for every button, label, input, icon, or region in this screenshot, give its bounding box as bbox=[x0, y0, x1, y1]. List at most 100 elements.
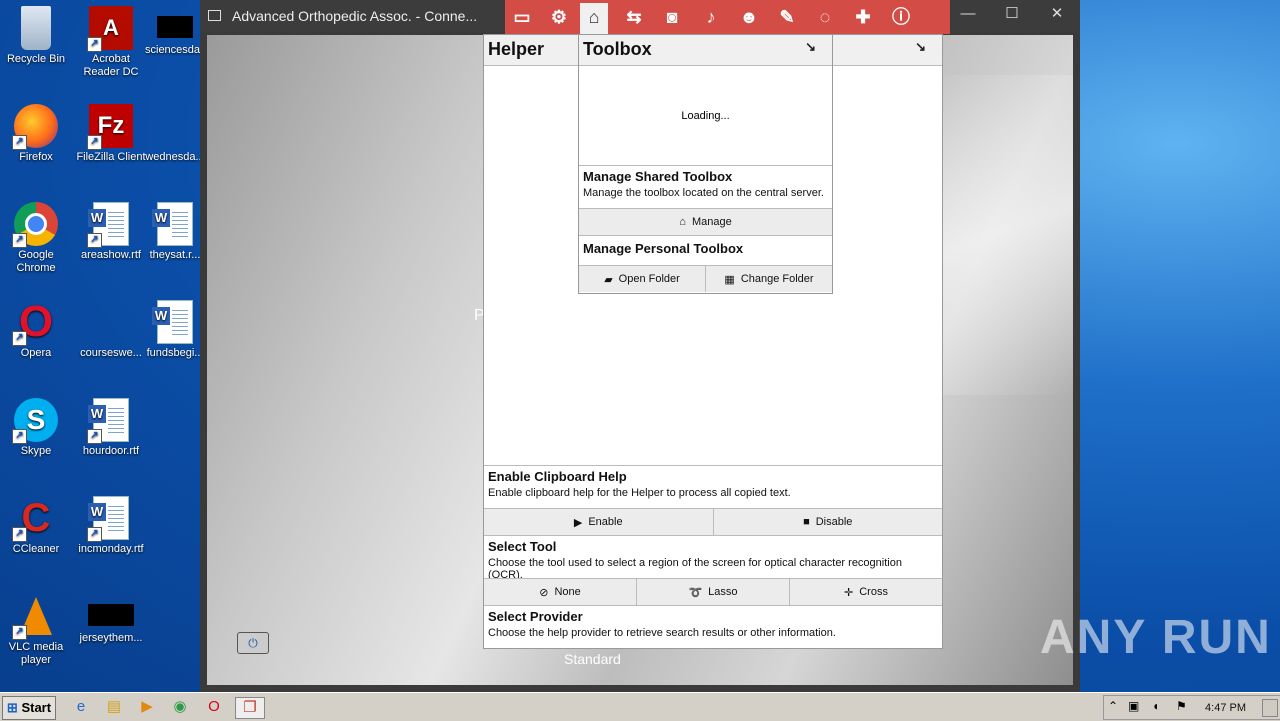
desktop-icon-firefox[interactable]: ↗ Firefox bbox=[0, 104, 72, 164]
file-icon bbox=[89, 300, 133, 344]
internet-explorer-icon[interactable]: e bbox=[70, 697, 92, 717]
flag-icon[interactable]: ⚑ bbox=[1176, 699, 1187, 713]
chrome-icon: ↗ bbox=[12, 202, 58, 248]
close-button[interactable]: ✕ bbox=[1045, 4, 1069, 24]
desktop-icon-wednesda[interactable]: wednesda... bbox=[145, 104, 205, 164]
personal-toolbox-section: Manage Personal Toolbox bbox=[579, 235, 832, 266]
file-icon bbox=[153, 104, 197, 148]
media-player-icon[interactable]: ▶ bbox=[136, 697, 158, 717]
helper-header-extension: ↘ bbox=[832, 35, 942, 66]
grid-icon: ▦ bbox=[724, 273, 735, 286]
change-folder-button[interactable]: ▦ Change Folder bbox=[706, 266, 832, 292]
remote-session-taskbar-icon[interactable]: ❐ bbox=[235, 697, 265, 719]
clipboard-buttons: ▶ Enable ■ Disable bbox=[484, 508, 942, 535]
vlc-icon: ↗ bbox=[12, 594, 58, 640]
desktop-icon-areashow[interactable]: W ↗ areashow.rtf bbox=[75, 202, 147, 262]
network-icon[interactable]: ▣ bbox=[1128, 699, 1139, 713]
play-icon: ▶ bbox=[573, 516, 583, 529]
desktop-icon-incmonday[interactable]: W ↗ incmonday.rtf bbox=[75, 496, 147, 556]
stop-icon: ■ bbox=[803, 516, 810, 528]
select-provider-title: Select Provider bbox=[488, 609, 583, 624]
remote-logo-text: Standard bbox=[564, 651, 621, 667]
crosshair-icon: ✛ bbox=[844, 586, 854, 599]
open-folder-button[interactable]: ▰ Open Folder bbox=[579, 266, 706, 292]
show-desktop-button[interactable] bbox=[1262, 699, 1278, 717]
start-button[interactable]: ⊞ Start bbox=[2, 696, 56, 720]
desktop-icon-skype[interactable]: S ↗ Skype bbox=[0, 398, 72, 458]
filezilla-icon: Fz ↗ bbox=[87, 104, 133, 150]
camera-icon[interactable]: ◙ bbox=[658, 3, 686, 31]
personal-toolbox-buttons: ▰ Open Folder ▦ Change Folder bbox=[579, 265, 832, 292]
desktop-icon-acrobat[interactable]: A ↗ Acrobat Reader DC bbox=[75, 6, 147, 79]
expand-arrow-icon[interactable]: ↘ bbox=[805, 39, 816, 55]
personal-toolbox-title: Manage Personal Toolbox bbox=[583, 241, 744, 256]
power-options-icon[interactable]: ⏻ bbox=[237, 632, 269, 654]
shared-toolbox-desc: Manage the toolbox located on the centra… bbox=[583, 187, 824, 199]
plus-icon[interactable]: ✚ bbox=[849, 3, 877, 31]
clipboard-title: Enable Clipboard Help bbox=[488, 469, 627, 484]
desktop-icon-ccleaner[interactable]: C ↗ CCleaner bbox=[0, 496, 72, 556]
shared-toolbox-buttons: ⌂ Manage bbox=[579, 208, 832, 235]
desktop-icon-filezilla[interactable]: Fz ↗ FileZilla Client bbox=[75, 104, 147, 164]
select-tool-title: Select Tool bbox=[488, 539, 557, 554]
ccleaner-icon: C ↗ bbox=[12, 496, 58, 542]
desktop-icon-hourdoor[interactable]: W ↗ hourdoor.rtf bbox=[75, 398, 147, 458]
desktop-icon-fundsbegi[interactable]: W fundsbegi... bbox=[145, 300, 205, 360]
word-document-icon: W ↗ bbox=[87, 496, 133, 542]
anyrun-watermark: ANY RUN bbox=[1040, 611, 1272, 664]
select-tool-buttons: ⊘ None ➰ Lasso ✛ Cross bbox=[484, 578, 942, 605]
volume-icon[interactable]: ◖ bbox=[1152, 699, 1159, 713]
file-explorer-icon[interactable]: ▤ bbox=[103, 697, 125, 717]
shared-toolbox-title: Manage Shared Toolbox bbox=[583, 169, 733, 184]
skype-icon: S ↗ bbox=[12, 398, 58, 444]
desktop-icon-opera[interactable]: O ↗ Opera bbox=[0, 297, 72, 360]
clipboard-desc: Enable clipboard help for the Helper to … bbox=[488, 487, 791, 499]
window-icon bbox=[208, 10, 221, 21]
info-icon[interactable]: ⓘ bbox=[887, 3, 915, 31]
desktop-icon-sciencesda[interactable]: sciencesda... bbox=[145, 6, 205, 57]
desktop-icon-jerseythem[interactable]: jerseythem... bbox=[75, 594, 147, 645]
word-document-icon: W ↗ bbox=[87, 398, 133, 444]
toolbox-title: Toolbox bbox=[583, 39, 652, 59]
select-provider-section: Select Provider Choose the help provider… bbox=[484, 605, 942, 648]
disable-button[interactable]: ■ Disable bbox=[713, 509, 942, 535]
desktop-icon-recycle-bin[interactable]: Recycle Bin bbox=[0, 6, 72, 66]
opera-icon: O ↗ bbox=[12, 297, 58, 346]
chat-icon[interactable]: ◌ bbox=[811, 3, 839, 31]
clock[interactable]: 4:47 PM bbox=[1205, 702, 1246, 714]
toolbox-header: Toolbox ↘ bbox=[579, 35, 832, 66]
system-tray: ⌃ ▣ ◖ ⚑ 4:47 PM bbox=[1103, 695, 1280, 720]
none-button[interactable]: ⊘ None bbox=[484, 579, 637, 605]
monitor-icon[interactable]: ▭ bbox=[508, 3, 536, 31]
desktop-icon-vlc[interactable]: ↗ VLC media player bbox=[0, 594, 72, 667]
select-tool-section: Select Tool Choose the tool used to sele… bbox=[484, 535, 942, 581]
acrobat-icon: A ↗ bbox=[87, 6, 133, 52]
microphone-icon[interactable]: ♪ bbox=[697, 3, 725, 31]
loading-text: Loading... bbox=[681, 109, 730, 122]
toolbox-icon[interactable]: ⌂ bbox=[580, 3, 608, 34]
desktop-icon-courseswe[interactable]: courseswe... bbox=[75, 300, 147, 360]
chrome-taskbar-icon[interactable]: ◉ bbox=[169, 697, 191, 717]
minimize-button[interactable]: — bbox=[956, 4, 980, 24]
word-document-icon: W bbox=[152, 300, 197, 344]
cross-button[interactable]: ✛ Cross bbox=[790, 579, 942, 605]
opera-taskbar-icon[interactable]: O bbox=[203, 697, 225, 717]
select-provider-desc: Choose the help provider to retrieve sea… bbox=[488, 627, 836, 639]
manage-button[interactable]: ⌂ Manage bbox=[579, 209, 832, 235]
word-document-icon: W bbox=[152, 202, 197, 246]
lasso-button[interactable]: ➰ Lasso bbox=[637, 579, 790, 605]
desktop-icon-chrome[interactable]: ↗ Google Chrome bbox=[0, 202, 72, 275]
gear-icon[interactable]: ⚙ bbox=[545, 3, 573, 31]
show-hidden-icons-icon[interactable]: ⌃ bbox=[1108, 699, 1118, 713]
pencil-icon[interactable]: ✎ bbox=[773, 3, 801, 31]
firefox-icon: ↗ bbox=[12, 104, 58, 150]
shared-toolbox-section: Manage Shared Toolbox Manage the toolbox… bbox=[579, 165, 832, 208]
expand-arrow-icon[interactable]: ↘ bbox=[915, 39, 926, 55]
desktop-icon-theysat[interactable]: W theysat.r... bbox=[145, 202, 205, 262]
users-icon[interactable]: ☻ bbox=[735, 3, 763, 31]
lasso-icon: ➰ bbox=[688, 586, 703, 599]
swap-icon[interactable]: ⇆ bbox=[620, 3, 648, 31]
enable-button[interactable]: ▶ Enable bbox=[484, 509, 714, 535]
maximize-button[interactable]: ☐ bbox=[1000, 4, 1024, 24]
taskbar: ⊞ Start e ▤ ▶ ◉ O ❐ ⌃ ▣ ◖ ⚑ 4:47 PM bbox=[0, 692, 1280, 721]
